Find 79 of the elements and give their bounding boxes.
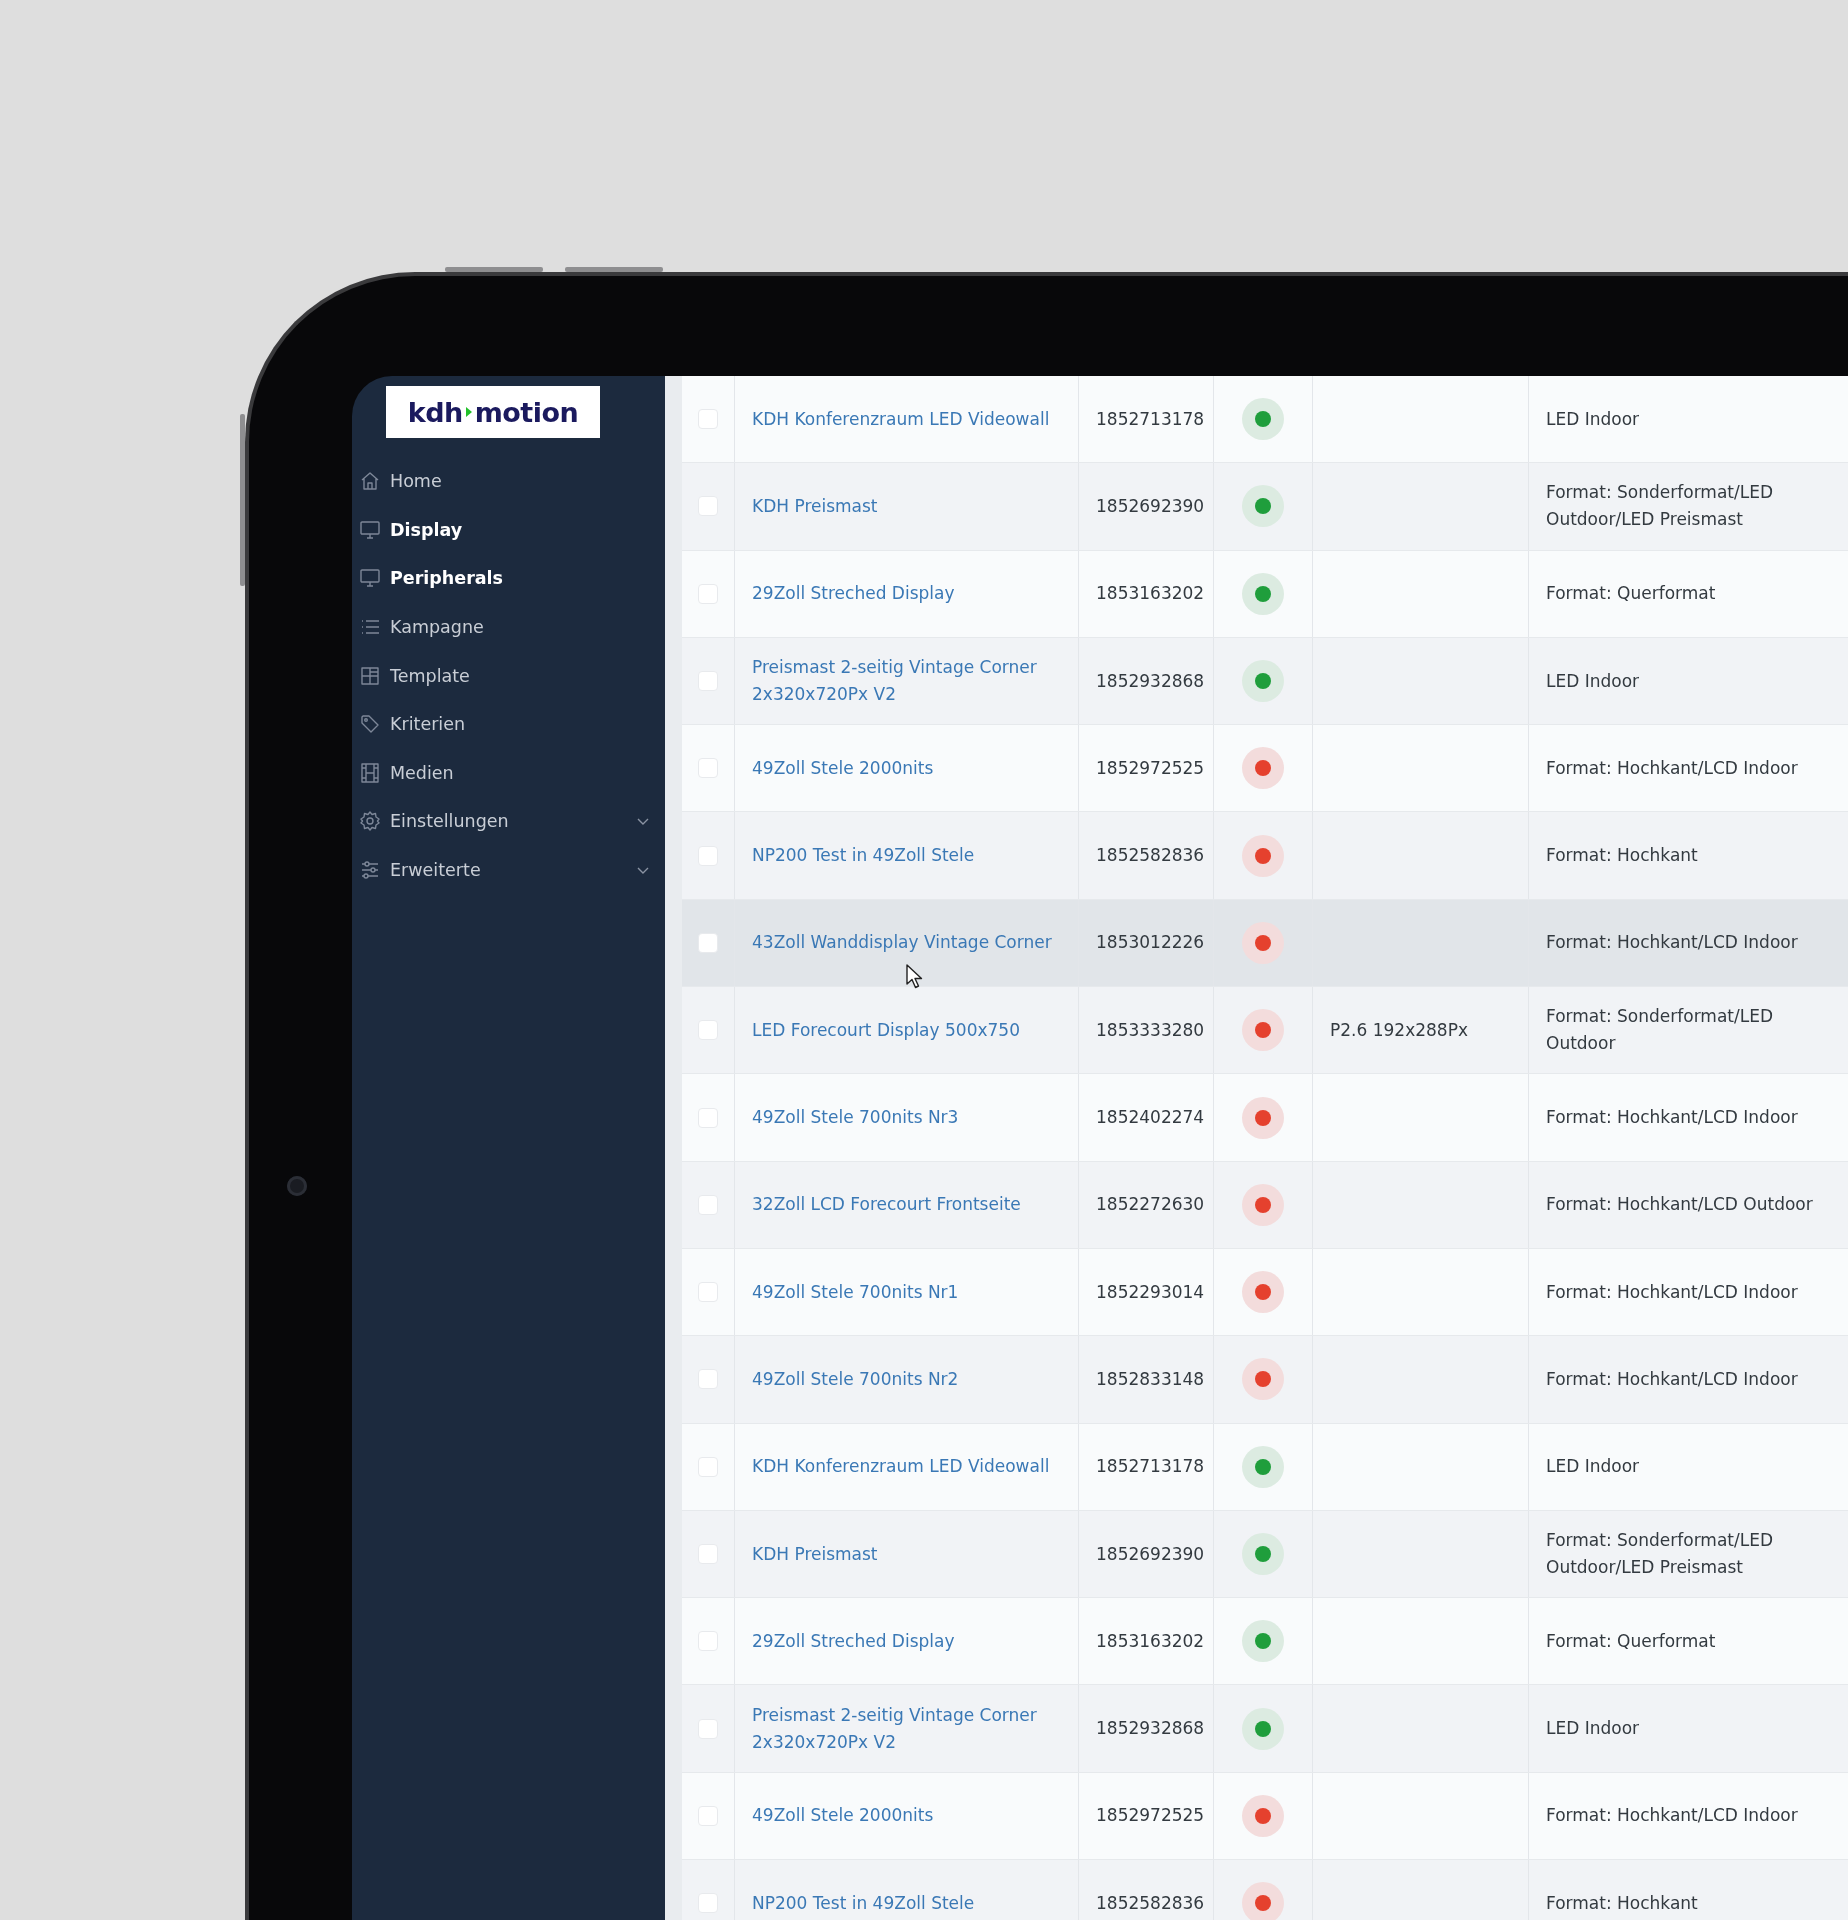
logo-text: motion [474,396,579,428]
format-text: LED Indoor [1546,407,1640,431]
settings-icon [359,810,381,833]
format-text: Format: Hochkant/LCD Indoor [1546,756,1798,780]
device-id: 1852402274 [1096,1106,1205,1129]
mouse-cursor-icon [906,964,924,990]
format-text: Format: Sonderformat/LED Outdoor/LED Preismast [1546,1529,1774,1579]
device-id: 1852932868 [1096,1717,1205,1741]
device-name-link[interactable]: Preismast 2-seitig Vintage Corner 2x320x720Px V2 [752,1701,1064,1756]
resolution-text: P2.6 192x288Px [1330,1018,1468,1042]
device-id: 1853163202 [1096,1629,1205,1653]
device-id: 1852713178 [1096,407,1205,431]
device-name-link[interactable]: Preismast 2-seitig Vintage Corner 2x320x720Px V2 [752,654,1064,709]
monitor-icon [359,518,381,541]
device-name-link[interactable]: NP200 Test in 49Zoll Stele [752,842,975,870]
device-name-link[interactable]: 49Zoll Stele 700nits Nr2 [752,1365,959,1393]
device-name-link[interactable]: KDH Preismast [752,1540,878,1568]
format-text: LED Indoor [1546,1455,1640,1479]
device-id: 1853012226 [1096,931,1205,955]
home-icon [359,470,381,493]
device-id: 1853163202 [1096,582,1205,606]
device-id: 1852272630 [1096,1193,1205,1217]
format-text: Format: Hochkant/LCD Indoor [1546,1106,1798,1129]
device-name-link[interactable]: NP200 Test in 49Zoll Stele [752,1889,975,1917]
device-name-link[interactable]: 49Zoll Stele 700nits Nr3 [752,1104,959,1131]
format-text: Format: Hochkant/LCD Indoor [1546,931,1798,955]
monitor-icon [359,567,381,590]
device-name-link[interactable]: 29Zoll Streched Display [752,580,955,608]
sidebar-item[interactable]: Einstellungen [352,797,665,846]
format-text: Format: Hochkant/LCD Indoor [1546,1367,1798,1391]
device-name-link[interactable]: 49Zoll Stele 2000nits [752,754,934,782]
device-id: 1852293014 [1096,1280,1205,1304]
sliders-icon [359,859,381,882]
format-text: Format: Hochkant/LCD Indoor [1546,1280,1798,1304]
format-text: Format: Querformat [1546,582,1716,606]
format-text: Format: Hochkant [1546,844,1698,868]
logo-text: kdh [407,396,463,428]
sidebar-item[interactable]: Erweiterte [352,845,665,895]
chevron-down-icon [637,865,649,875]
format-text: Format: Querformat [1546,1629,1716,1653]
arrow-icon [463,404,474,420]
device-id: 1853333280 [1096,1018,1205,1042]
device-name-link[interactable]: LED Forecourt Display 500x750 [752,1016,1020,1044]
device-name-link[interactable]: KDH Konferenzraum LED Videowall [752,405,1050,433]
device-id: 1852582836 [1096,1891,1205,1915]
format-text: LED Indoor [1546,1717,1640,1741]
device-id: 1852972525 [1096,756,1205,780]
chevron-down-icon [637,816,649,826]
device-id: 1852692390 [1096,1542,1205,1566]
sidebar-item[interactable]: Template [352,651,665,700]
sidebar-item[interactable]: Kampagne [352,602,665,652]
film-icon [359,761,381,784]
device-id: 1852582836 [1096,844,1205,868]
format-text: Format: Hochkant/LCD Indoor [1546,1804,1798,1828]
grid-icon [359,664,381,687]
device-id: 1852932868 [1096,669,1205,693]
device-name-link[interactable]: KDH Preismast [752,492,878,520]
device-name-link[interactable]: 32Zoll LCD Forecourt Frontseite [752,1191,1021,1219]
sidebar-item[interactable]: Kriterien [352,699,665,749]
device-name-link[interactable]: KDH Konferenzraum LED Videowall [752,1453,1050,1481]
device-id: 1852692390 [1096,494,1205,518]
device-id: 1852713178 [1096,1455,1205,1479]
sidebar-item[interactable]: Home [352,457,665,506]
device-name-link[interactable]: 49Zoll Stele 700nits Nr1 [752,1278,959,1306]
format-text: Format: Hochkant [1546,1891,1698,1915]
device-id: 1852972525 [1096,1804,1205,1828]
format-text: Format: Sonderformat/LED Outdoor [1546,1005,1774,1056]
format-text: LED Indoor [1546,669,1640,693]
device-id: 1852833148 [1096,1367,1205,1391]
format-text: Format: Hochkant/LCD Outdoor [1546,1193,1813,1217]
row-checkbox[interactable] [698,932,718,953]
format-text: Format: Sonderformat/LED Outdoor/LED Preismast [1546,481,1774,532]
camera-lens [287,1176,307,1196]
sidebar-item[interactable]: Medien [352,748,665,798]
sidebar-item[interactable]: Peripherals [352,554,665,603]
device-name-link[interactable]: 43Zoll Wanddisplay Vintage Corner [752,929,1052,957]
device-name-link[interactable]: 49Zoll Stele 2000nits [752,1802,934,1830]
sidebar-item[interactable]: Display [352,505,665,555]
device-name-link[interactable]: 29Zoll Streched Display [752,1627,955,1655]
